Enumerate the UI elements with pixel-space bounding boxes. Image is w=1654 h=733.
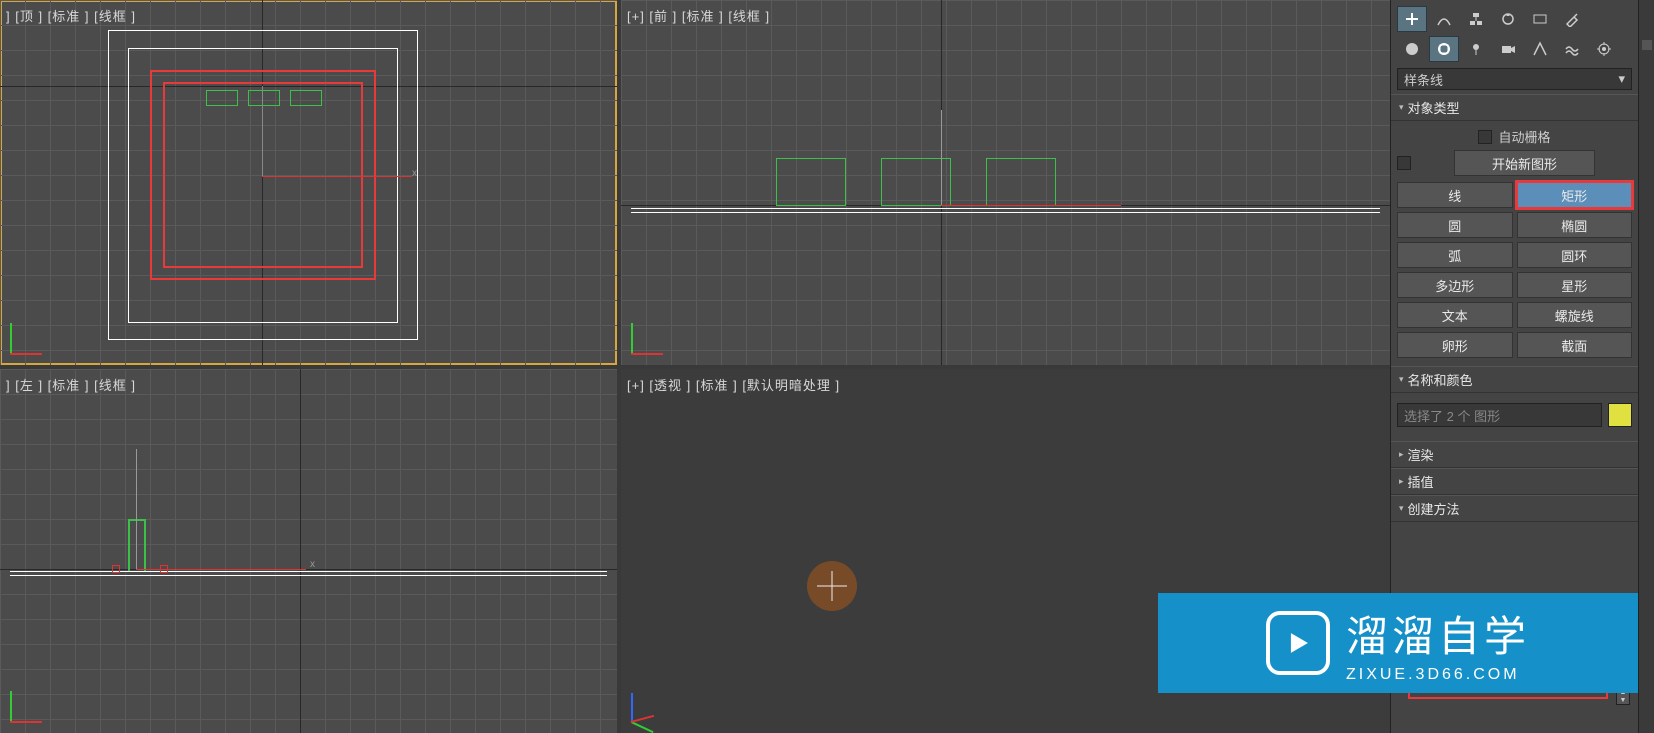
viewport-top[interactable]: ] [顶 ] [标准 ] [线框 ] x	[0, 0, 617, 365]
shape-green-3	[290, 90, 322, 106]
start-new-shape-checkbox[interactable]	[1397, 156, 1411, 170]
object-color-swatch[interactable]	[1608, 403, 1632, 427]
btn-line[interactable]: 线	[1397, 182, 1513, 208]
shape-category-dropdown[interactable]: 样条线 ▾	[1397, 68, 1632, 90]
axis-tripod-icon	[631, 315, 671, 355]
create-subcategory-tabs	[1391, 36, 1638, 68]
tab-motion[interactable]	[1493, 6, 1523, 32]
view-cursor-icon	[807, 561, 857, 611]
btn-arc[interactable]: 弧	[1397, 242, 1513, 268]
dropdown-value: 样条线	[1404, 70, 1443, 89]
rollout-name-color[interactable]: 名称和颜色	[1391, 366, 1638, 393]
tab-hierarchy[interactable]	[1461, 6, 1491, 32]
panel-main-tabs	[1391, 0, 1638, 36]
btn-ellipse[interactable]: 椭圆	[1517, 212, 1633, 238]
btn-helix[interactable]: 螺旋线	[1517, 302, 1633, 328]
rollout-render[interactable]: 渲染	[1391, 441, 1638, 468]
axis-label-x: x	[310, 559, 315, 570]
green-edge-1	[128, 519, 130, 571]
rollout-interpolation[interactable]: 插值	[1391, 468, 1638, 495]
viewport-left[interactable]: ] [左 ] [标准 ] [线框 ] x	[0, 369, 617, 733]
right-edge-strip	[1638, 0, 1654, 733]
subcat-cameras[interactable]	[1493, 36, 1523, 62]
axis-tripod-icon	[10, 683, 50, 723]
autogrid-checkbox[interactable]	[1478, 130, 1492, 144]
baseline-2	[631, 212, 1380, 213]
subcat-systems[interactable]	[1589, 36, 1619, 62]
btn-star[interactable]: 星形	[1517, 272, 1633, 298]
autogrid-label: 自动栅格	[1498, 127, 1550, 146]
shape-green-2	[248, 90, 280, 106]
subcat-helpers[interactable]	[1525, 36, 1555, 62]
axis-vertical	[300, 369, 301, 733]
rollout-name-color-body: 选择了 2 个 图形	[1391, 393, 1638, 441]
red-mark-1	[112, 565, 120, 573]
btn-text[interactable]: 文本	[1397, 302, 1513, 328]
btn-ngon[interactable]: 多边形	[1397, 272, 1513, 298]
btn-donut[interactable]: 圆环	[1517, 242, 1633, 268]
subcat-spacewarps[interactable]	[1557, 36, 1587, 62]
viewport-label[interactable]: [+] [透视 ] [标准 ] [默认明暗处理 ]	[627, 375, 840, 394]
viewport-label[interactable]: ] [左 ] [标准 ] [线框 ]	[6, 375, 136, 394]
gizmo-x	[136, 569, 306, 570]
tab-create[interactable]	[1397, 6, 1427, 32]
viewport-label[interactable]: ] [顶 ] [标准 ] [线框 ]	[6, 6, 136, 25]
strip-handle[interactable]	[1642, 40, 1652, 50]
viewport-label[interactable]: [+] [前 ] [标准 ] [线框 ]	[627, 6, 770, 25]
tab-display[interactable]	[1525, 6, 1555, 32]
watermark-banner: 溜溜自学 ZIXUE.3D66.COM	[1158, 593, 1638, 693]
axis-horizontal	[0, 569, 617, 570]
subcat-lights[interactable]	[1461, 36, 1491, 62]
chevron-down-icon: ▾	[1618, 71, 1625, 87]
rollout-object-type-body: 自动栅格 开始新图形 线 矩形 圆 椭圆 弧 圆环 多边形 星形 文本 螺旋线 …	[1391, 121, 1638, 366]
btn-section[interactable]: 截面	[1517, 332, 1633, 358]
shape-green-1	[776, 158, 846, 206]
baseline-1	[631, 208, 1380, 209]
watermark-subtitle: ZIXUE.3D66.COM	[1346, 666, 1530, 684]
btn-circle[interactable]: 圆	[1397, 212, 1513, 238]
subcat-geometry[interactable]	[1397, 36, 1427, 62]
rollout-creation-method[interactable]: 创建方法	[1391, 495, 1638, 522]
baseline-1	[10, 571, 607, 572]
autogrid-row: 自动栅格	[1397, 125, 1632, 148]
viewport-front[interactable]: [+] [前 ] [标准 ] [线框 ]	[621, 0, 1390, 365]
shape-green-1	[206, 90, 238, 106]
rollout-object-type[interactable]: 对象类型	[1391, 94, 1638, 121]
green-edge-2	[144, 519, 146, 571]
btn-rectangle[interactable]: 矩形	[1517, 182, 1633, 208]
axis-tripod-icon	[10, 315, 50, 355]
start-new-shape-button[interactable]: 开始新图形	[1454, 150, 1595, 176]
start-new-shape-row: 开始新图形	[1397, 148, 1632, 178]
watermark-title: 溜溜自学	[1346, 603, 1530, 664]
axis-tripod-icon	[631, 683, 671, 723]
gizmo-z	[136, 449, 137, 569]
shape-buttons-grid: 线 矩形 圆 椭圆 弧 圆环 多边形 星形 文本 螺旋线 卵形 截面	[1397, 182, 1632, 358]
tab-modify[interactable]	[1429, 6, 1459, 32]
command-panel: 样条线 ▾ 对象类型 自动栅格 开始新图形 线 矩形 圆 椭圆 弧 圆环 多边形…	[1390, 0, 1638, 733]
subcat-shapes[interactable]	[1429, 36, 1459, 62]
btn-egg[interactable]: 卵形	[1397, 332, 1513, 358]
shape-green-3	[986, 158, 1056, 206]
green-top	[128, 519, 146, 521]
gizmo-x	[941, 205, 1121, 206]
object-name-field[interactable]: 选择了 2 个 图形	[1397, 403, 1602, 427]
grid	[0, 369, 617, 733]
gizmo-z	[941, 110, 942, 205]
baseline-2	[10, 575, 607, 576]
watermark-logo-icon	[1266, 611, 1330, 675]
shape-red-inner	[163, 82, 363, 268]
tab-utilities[interactable]	[1557, 6, 1587, 32]
